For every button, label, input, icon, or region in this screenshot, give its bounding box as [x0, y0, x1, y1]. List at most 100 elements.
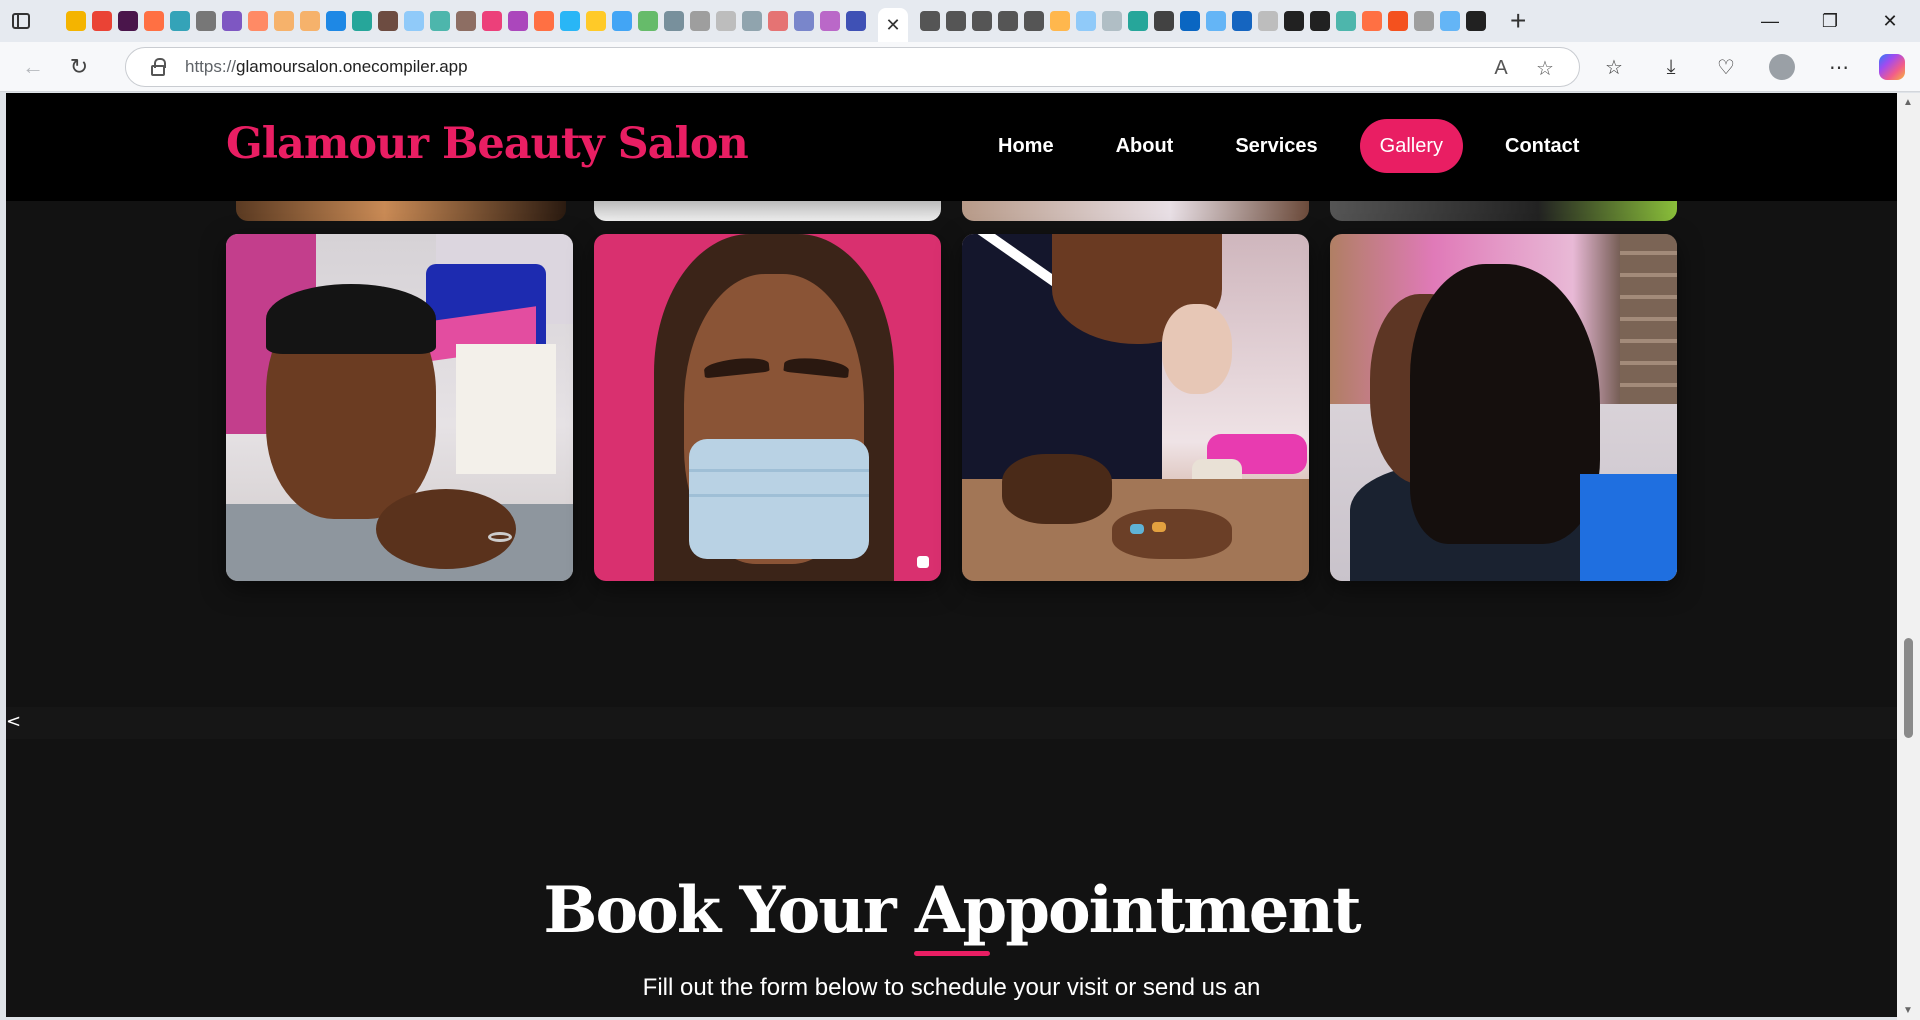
- tab-favicon[interactable]: [972, 11, 992, 31]
- tab-favicon[interactable]: [300, 11, 320, 31]
- tab-favicon[interactable]: [144, 11, 164, 31]
- tab-favicon[interactable]: [196, 11, 216, 31]
- favorite-star-icon[interactable]: ☆: [1525, 48, 1565, 88]
- tab-favicon[interactable]: [326, 11, 346, 31]
- tab-favicon[interactable]: [222, 11, 242, 31]
- tab-favicon[interactable]: [820, 11, 840, 31]
- tab-favicon[interactable]: [1128, 11, 1148, 31]
- tab-favicon[interactable]: [716, 11, 736, 31]
- tab-favicon[interactable]: [638, 11, 658, 31]
- tab-favicon[interactable]: [1466, 11, 1486, 31]
- more-menu-icon[interactable]: ⋯: [1817, 46, 1861, 88]
- tab-favicon[interactable]: [248, 11, 268, 31]
- tab-favicon[interactable]: [534, 11, 554, 31]
- tab-favicon[interactable]: [664, 11, 684, 31]
- tab-favicon[interactable]: [1258, 11, 1278, 31]
- tab-favicon[interactable]: [1076, 11, 1096, 31]
- tab-favicon[interactable]: [768, 11, 788, 31]
- tab-favicon[interactable]: [66, 11, 86, 31]
- tab-favicon[interactable]: [1336, 11, 1356, 31]
- scroll-up-arrow-icon[interactable]: ▲: [1903, 97, 1913, 108]
- back-button[interactable]: ←: [12, 46, 54, 88]
- tab-favicon[interactable]: [690, 11, 710, 31]
- new-tab-button[interactable]: +: [1510, 7, 1526, 35]
- url-text: https://glamoursalon.onecompiler.app: [185, 57, 468, 77]
- tab-favicon[interactable]: [404, 11, 424, 31]
- nav-gallery[interactable]: Gallery: [1359, 119, 1463, 173]
- gallery-image-haircut[interactable]: [226, 234, 573, 581]
- tab-favicon[interactable]: [1206, 11, 1226, 31]
- tab-favicon[interactable]: [1102, 11, 1122, 31]
- gallery-image-nails[interactable]: [962, 234, 1309, 581]
- gallery-image[interactable]: [236, 201, 566, 221]
- tab-favicon[interactable]: [1180, 11, 1200, 31]
- gallery-row-previous: [6, 201, 1897, 223]
- tab-favicon[interactable]: [378, 11, 398, 31]
- tab-strip: ✕ +: [42, 0, 1526, 42]
- reload-button[interactable]: ↻: [58, 46, 100, 88]
- nav-about[interactable]: About: [1096, 119, 1194, 173]
- booking-subtitle: Fill out the form below to schedule your…: [6, 968, 1897, 1017]
- site-logo[interactable]: Glamour Beauty Salon: [226, 119, 749, 169]
- tab-favicon[interactable]: [586, 11, 606, 31]
- carousel-prev-button[interactable]: <: [6, 711, 21, 732]
- tab-favicon[interactable]: [1050, 11, 1070, 31]
- tab-actions-icon: [12, 13, 30, 29]
- tab-favicon[interactable]: [1388, 11, 1408, 31]
- scroll-down-arrow-icon[interactable]: ▼: [1903, 1005, 1913, 1016]
- tab-favicon[interactable]: [1414, 11, 1434, 31]
- gallery-image-brows[interactable]: [594, 234, 941, 581]
- read-aloud-icon[interactable]: A: [1481, 48, 1521, 88]
- image-badge-icon: [917, 556, 929, 568]
- tab-favicon[interactable]: [508, 11, 528, 31]
- favorites-icon[interactable]: ☆: [1592, 46, 1636, 88]
- gallery-image[interactable]: [962, 201, 1309, 221]
- lock-icon: [151, 57, 166, 76]
- tab-favicon[interactable]: [742, 11, 762, 31]
- tab-favicon[interactable]: [1284, 11, 1304, 31]
- tab-favicon[interactable]: [1362, 11, 1382, 31]
- tab-favicon[interactable]: [1232, 11, 1252, 31]
- tab-favicon[interactable]: [612, 11, 632, 31]
- gallery-image[interactable]: [594, 201, 941, 221]
- gallery-image-braids[interactable]: [1330, 234, 1677, 581]
- page-scrollbar[interactable]: ▲ ▼: [1897, 93, 1920, 1020]
- tab-favicon[interactable]: [456, 11, 476, 31]
- gallery-image[interactable]: [1330, 201, 1677, 221]
- nav-home[interactable]: Home: [978, 119, 1074, 173]
- tab-favicon[interactable]: [170, 11, 190, 31]
- nav-services[interactable]: Services: [1215, 119, 1337, 173]
- tab-favicon[interactable]: [998, 11, 1018, 31]
- active-tab-close-button[interactable]: ✕: [878, 8, 908, 42]
- tab-favicon[interactable]: [482, 11, 502, 31]
- tab-actions-button[interactable]: [0, 0, 42, 42]
- tab-favicon[interactable]: [846, 11, 866, 31]
- tab-favicon[interactable]: [920, 11, 940, 31]
- nav-contact[interactable]: Contact: [1485, 119, 1599, 173]
- copilot-button[interactable]: [1870, 46, 1914, 88]
- tab-favicon[interactable]: [1024, 11, 1044, 31]
- section-divider: [6, 707, 1897, 739]
- tab-favicon[interactable]: [430, 11, 450, 31]
- browser-essentials-icon[interactable]: ♡: [1704, 46, 1748, 88]
- tab-favicon[interactable]: [1440, 11, 1460, 31]
- tab-favicon[interactable]: [560, 11, 580, 31]
- scroll-thumb[interactable]: [1904, 638, 1913, 738]
- profile-button[interactable]: [1760, 46, 1804, 88]
- title-underline: [914, 951, 990, 956]
- avatar: [1769, 54, 1795, 80]
- tab-favicon[interactable]: [352, 11, 372, 31]
- restore-button[interactable]: ❐: [1800, 0, 1860, 42]
- site-header: Glamour Beauty Salon Home About Services…: [6, 93, 1897, 201]
- address-bar[interactable]: https://glamoursalon.onecompiler.app A ☆: [125, 47, 1580, 87]
- tab-favicon[interactable]: [794, 11, 814, 31]
- tab-favicon[interactable]: [1154, 11, 1174, 31]
- tab-favicon[interactable]: [946, 11, 966, 31]
- tab-favicon[interactable]: [118, 11, 138, 31]
- tab-favicon[interactable]: [274, 11, 294, 31]
- minimize-button[interactable]: —: [1740, 0, 1800, 42]
- tab-favicon[interactable]: [1310, 11, 1330, 31]
- downloads-icon[interactable]: ⤓: [1649, 46, 1693, 88]
- tab-favicon[interactable]: [92, 11, 112, 31]
- close-window-button[interactable]: ✕: [1860, 0, 1920, 42]
